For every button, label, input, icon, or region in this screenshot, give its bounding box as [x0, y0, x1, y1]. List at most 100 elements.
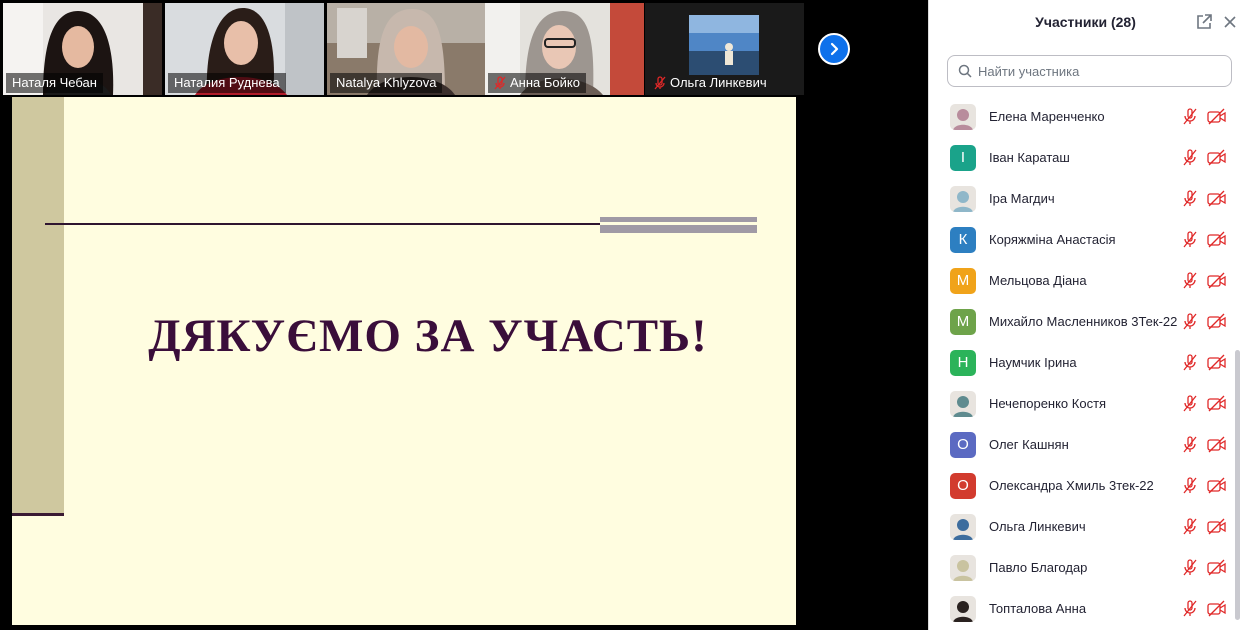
participant-name: Михайло Масленников 3Тек-22	[989, 314, 1178, 329]
mic-muted-icon[interactable]	[1182, 354, 1198, 371]
participant-name: Нечепоренко Костя	[989, 396, 1107, 411]
avatar-photo	[950, 185, 976, 212]
participant-row[interactable]: Н Наумчик Ірина	[929, 342, 1242, 383]
search-icon	[958, 64, 972, 78]
video-off-icon[interactable]	[1207, 477, 1226, 494]
participant-name: Ольга Линкевич	[989, 519, 1086, 534]
participant-status-icons	[1182, 313, 1226, 330]
participant-status-icons	[1182, 395, 1226, 412]
avatar	[950, 554, 976, 581]
participant-row[interactable]: Ольга Линкевич	[929, 506, 1242, 547]
participant-status-icons	[1182, 272, 1226, 289]
video-off-icon[interactable]	[1207, 190, 1226, 207]
mic-muted-icon[interactable]	[1182, 272, 1198, 289]
mic-muted-icon[interactable]	[1182, 395, 1198, 412]
mic-muted-icon[interactable]	[1182, 313, 1198, 330]
participant-name: Іван Караташ	[989, 150, 1070, 165]
participant-row[interactable]: О Олег Кашнян	[929, 424, 1242, 465]
avatar	[950, 513, 976, 540]
shared-screen-slide: ДЯКУЄМО ЗА УЧАСТЬ!	[12, 97, 796, 625]
mic-muted-icon[interactable]	[1182, 190, 1198, 207]
video-off-icon[interactable]	[1207, 354, 1226, 371]
participant-row[interactable]: Елена Маренченко	[929, 96, 1242, 137]
slide-side-band	[12, 97, 64, 515]
participant-row[interactable]: Павло Благодар	[929, 547, 1242, 588]
mic-muted-icon	[654, 76, 666, 90]
avatar-photo	[950, 513, 976, 540]
participant-name: Наумчик Ірина	[989, 355, 1077, 370]
mic-muted-icon[interactable]	[1182, 108, 1198, 125]
participant-name-tag: Анна Бойко	[488, 73, 586, 93]
participant-status-icons	[1182, 600, 1226, 617]
mic-muted-icon[interactable]	[1182, 518, 1198, 535]
participant-status-icons	[1182, 231, 1226, 248]
next-page-button[interactable]	[818, 33, 850, 65]
tile-name: Natalya Khlyzova	[336, 75, 437, 90]
participant-status-icons	[1182, 477, 1226, 494]
participant-row[interactable]: М Мельцова Діана	[929, 260, 1242, 301]
participant-list: Елена Маренченко І Іван Караташ Іра Магдич К…	[929, 96, 1242, 629]
participant-row[interactable]: К Коряжміна Анастасія	[929, 219, 1242, 260]
avatar-photo	[950, 390, 976, 417]
participant-name: Іра Магдич	[989, 191, 1055, 206]
participant-name: Павло Благодар	[989, 560, 1088, 575]
video-off-icon[interactable]	[1207, 559, 1226, 576]
video-off-icon[interactable]	[1207, 436, 1226, 453]
participant-status-icons	[1182, 149, 1226, 166]
mic-muted-icon[interactable]	[1182, 149, 1198, 166]
avatar: М	[950, 308, 976, 335]
avatar-photo	[950, 595, 976, 622]
video-tile-camera-off[interactable]: Ольга Линкевич	[645, 3, 804, 95]
avatar: І	[950, 144, 976, 171]
video-off-icon[interactable]	[1207, 313, 1226, 330]
mic-muted-icon[interactable]	[1182, 477, 1198, 494]
participant-row[interactable]: М Михайло Масленников 3Тек-22	[929, 301, 1242, 342]
video-off-icon[interactable]	[1207, 518, 1226, 535]
avatar: К	[950, 226, 976, 253]
video-tile-active-speaker[interactable]: Наталия Руднева	[165, 3, 324, 95]
mic-muted-icon[interactable]	[1182, 231, 1198, 248]
mic-muted-icon[interactable]	[1182, 600, 1198, 617]
avatar: О	[950, 431, 976, 458]
tile-name: Наталия Руднева	[174, 75, 280, 90]
video-tile[interactable]: Natalya Khlyzova	[327, 3, 486, 95]
avatar-photo	[950, 554, 976, 581]
participant-row[interactable]: О Олександра Хмиль 3тек-22	[929, 465, 1242, 506]
video-off-icon[interactable]	[1207, 149, 1226, 166]
video-tile[interactable]: Наталя Чебан	[3, 3, 162, 95]
participant-name: Олександра Хмиль 3тек-22	[989, 478, 1154, 493]
participant-name-tag: Наталия Руднева	[168, 73, 286, 93]
video-off-icon[interactable]	[1207, 395, 1226, 412]
participant-name: Коряжміна Анастасія	[989, 232, 1116, 247]
avatar-photo	[950, 103, 976, 130]
participants-panel: Участники (28) Елена Маренченко І Іван Кар…	[928, 0, 1242, 630]
avatar	[950, 185, 976, 212]
scrollbar[interactable]	[1235, 350, 1240, 620]
search-input[interactable]	[978, 63, 1218, 79]
avatar	[950, 595, 976, 622]
participant-search[interactable]	[947, 55, 1232, 87]
video-off-icon[interactable]	[1207, 231, 1226, 248]
mic-muted-icon[interactable]	[1182, 559, 1198, 576]
avatar	[950, 103, 976, 130]
participant-status-icons	[1182, 559, 1226, 576]
avatar: М	[950, 267, 976, 294]
participant-row[interactable]: І Іван Караташ	[929, 137, 1242, 178]
participant-row[interactable]: Нечепоренко Костя	[929, 383, 1242, 424]
mic-muted-icon[interactable]	[1182, 436, 1198, 453]
participant-name-tag: Ольга Линкевич	[648, 73, 773, 93]
tile-name: Ольга Линкевич	[670, 75, 767, 90]
popout-icon[interactable]	[1195, 13, 1213, 31]
participant-status-icons	[1182, 108, 1226, 125]
participant-name: Олег Кашнян	[989, 437, 1069, 452]
video-off-icon[interactable]	[1207, 272, 1226, 289]
video-off-icon[interactable]	[1207, 108, 1226, 125]
participant-row[interactable]: Іра Магдич	[929, 178, 1242, 219]
video-off-icon[interactable]	[1207, 600, 1226, 617]
tile-name: Анна Бойко	[510, 75, 580, 90]
participant-row[interactable]: Топталова Анна	[929, 588, 1242, 629]
participant-name-tag: Natalya Khlyzova	[330, 73, 443, 93]
video-tile[interactable]: Анна Бойко	[485, 3, 644, 95]
close-icon[interactable]	[1221, 13, 1239, 31]
panel-header: Участники (28)	[929, 0, 1242, 46]
